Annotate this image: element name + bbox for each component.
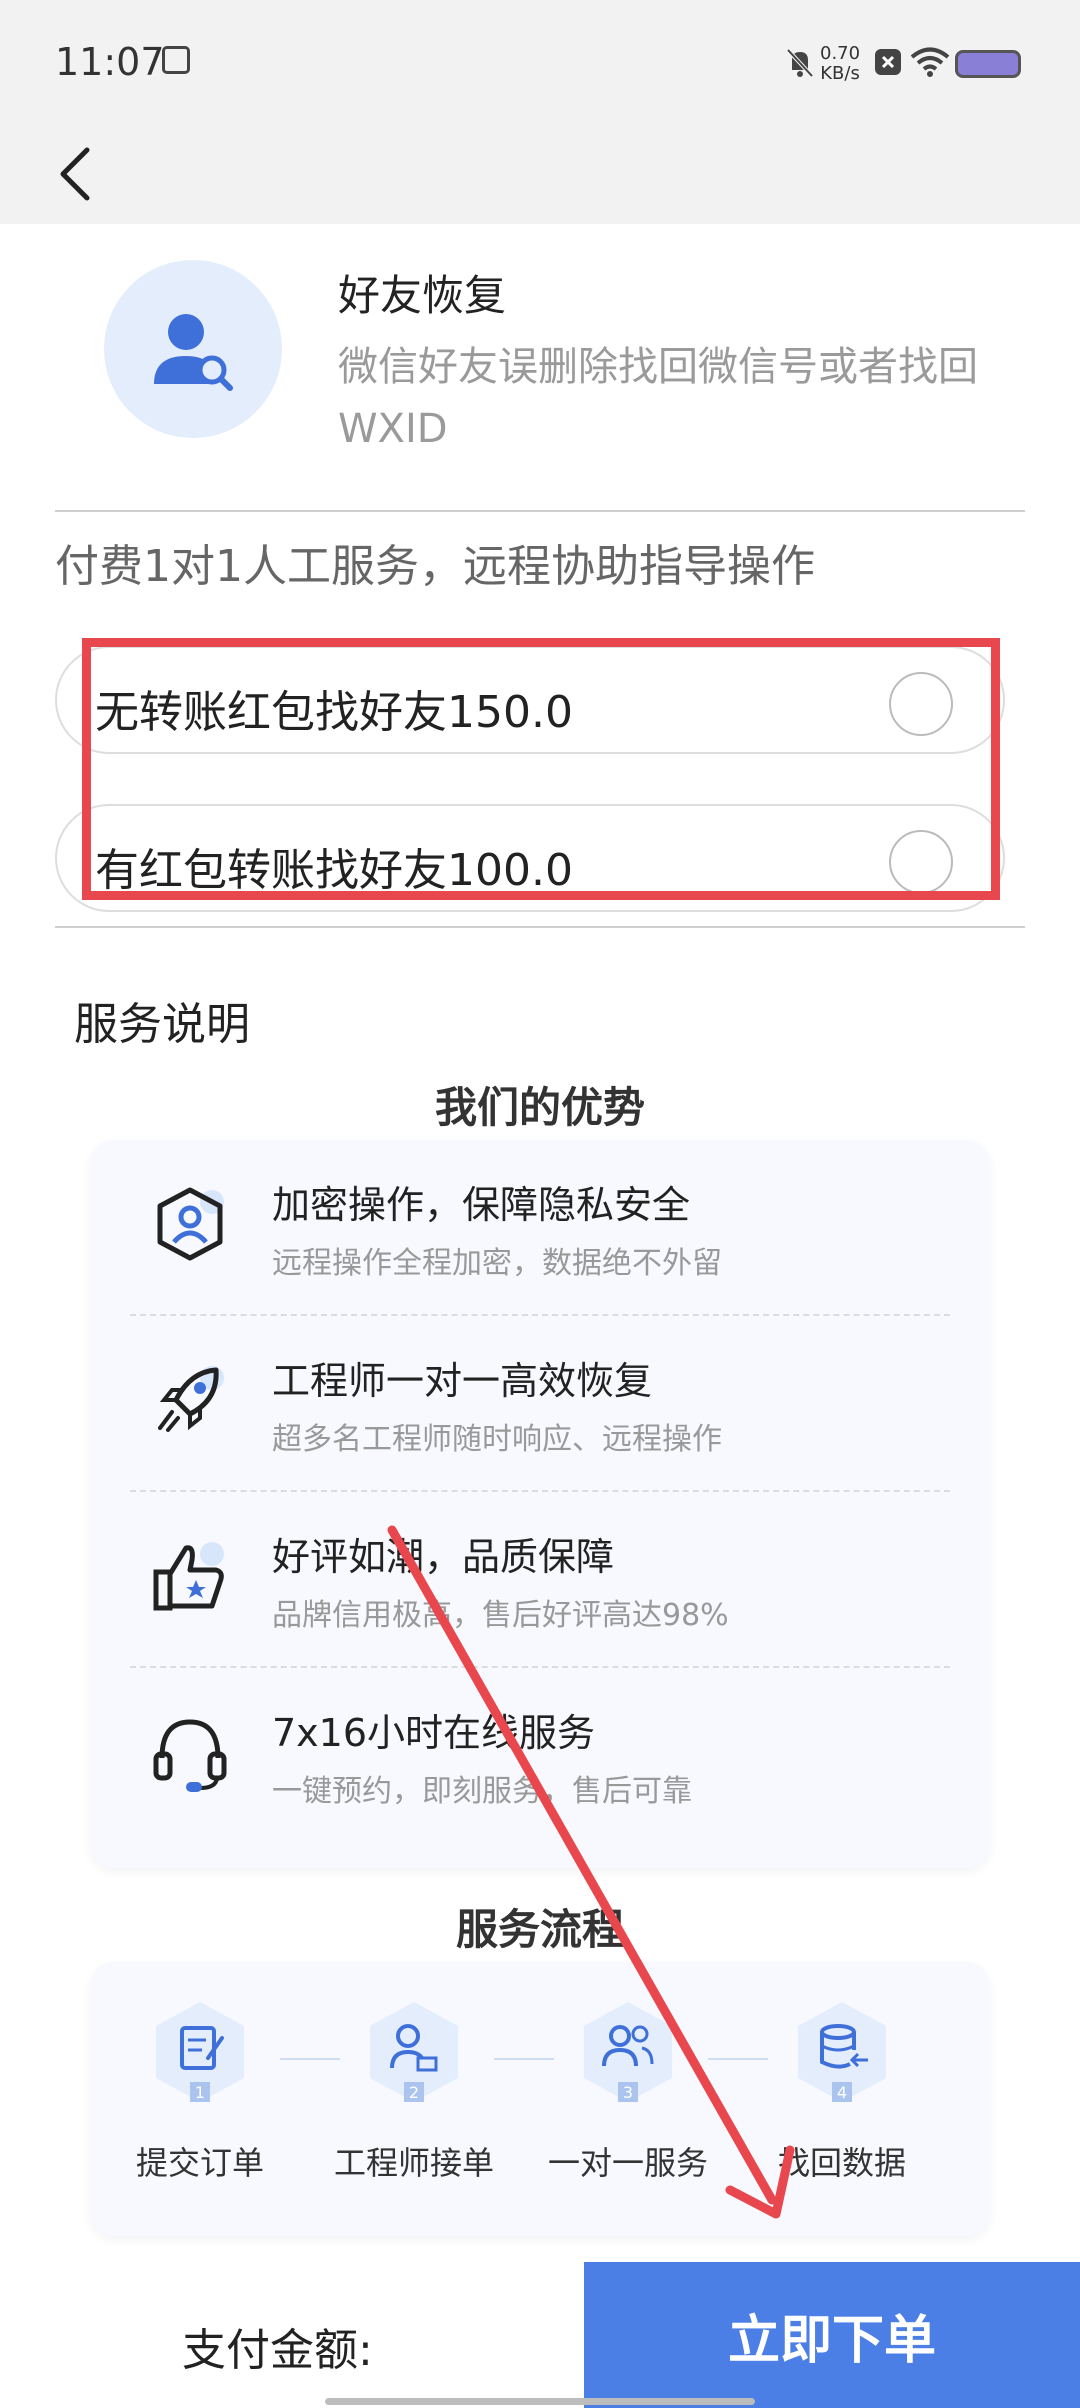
thumbs-up-icon xyxy=(153,1542,224,1611)
step-label: 一对一服务 xyxy=(548,2144,709,2182)
process-card: 1 提交订单 2 工程师接单 3 一对一服务 4 找回数据 xyxy=(90,1962,990,2236)
service-title: 好友恢复 xyxy=(338,271,507,320)
edit-document-icon: 1 xyxy=(150,1998,250,2108)
divider xyxy=(55,510,1025,512)
advantages-card: 加密操作，保障隐私安全 远程操作全程加密，数据绝不外留 工程师一对一高效恢复 超… xyxy=(90,1140,990,1868)
advantage-desc: 超多名工程师随时响应、远程操作 xyxy=(272,1422,722,1457)
advantage-desc: 远程操作全程加密，数据绝不外留 xyxy=(272,1246,722,1281)
process-step: 1 提交订单 xyxy=(120,1998,280,2184)
advantages-heading: 我们的优势 xyxy=(434,1083,645,1132)
chevron-left-icon xyxy=(60,147,90,201)
user-shield-icon xyxy=(157,1187,224,1261)
database-icon: 4 xyxy=(792,1998,892,2108)
step-label: 找回数据 xyxy=(777,2144,906,2182)
net-speed-value: 0.70 xyxy=(820,43,861,64)
divider xyxy=(55,926,1025,928)
back-button[interactable] xyxy=(40,136,110,212)
process-step: 2 工程师接单 xyxy=(334,1998,494,2184)
engineer-icon: 2 xyxy=(364,1998,464,2108)
user-search-icon xyxy=(154,314,233,391)
users-icon: 3 xyxy=(578,1998,678,2108)
net-speed: 0.70 KB/s xyxy=(820,44,860,84)
status-bar: 11:07 0.70 KB/s xyxy=(0,0,1080,124)
step-connector xyxy=(280,2058,340,2060)
advantage-title: 7x16小时在线服务 xyxy=(272,1711,596,1755)
status-time: 11:07 xyxy=(55,40,165,84)
advantage-item: 7x16小时在线服务 一键预约，即刻服务，售后可靠 xyxy=(110,1668,970,1844)
headset-icon xyxy=(153,1719,227,1792)
process-heading: 服务流程 xyxy=(455,1905,624,1954)
process-step: 4 找回数据 xyxy=(762,1998,922,2184)
advantage-desc: 品牌信用极高，售后好评高达98% xyxy=(272,1598,729,1633)
step-number: 1 xyxy=(195,2083,205,2102)
step-connector xyxy=(494,2058,554,2060)
service-description: 微信好友误删除找回微信号或者找回WXID xyxy=(338,344,978,452)
step-label: 提交订单 xyxy=(135,2144,264,2182)
net-speed-unit: KB/s xyxy=(820,63,860,84)
step-label: 工程师接单 xyxy=(334,2144,495,2182)
notification-icon xyxy=(162,46,190,74)
step-number: 4 xyxy=(837,2083,847,2102)
close-box-icon xyxy=(875,49,901,75)
advantage-item: 加密操作，保障隐私安全 远程操作全程加密，数据绝不外留 xyxy=(110,1140,970,1316)
advantage-item: 工程师一对一高效恢复 超多名工程师随时响应、远程操作 xyxy=(110,1316,970,1492)
advantage-desc: 一键预约，即刻服务，售后可靠 xyxy=(272,1774,692,1809)
nav-bar xyxy=(0,124,1080,224)
advantage-item: 好评如潮，品质保障 品牌信用极高，售后好评高达98% xyxy=(110,1492,970,1668)
process-step: 3 一对一服务 xyxy=(548,1998,708,2184)
battery-icon xyxy=(955,50,1021,78)
home-indicator[interactable] xyxy=(325,2398,755,2405)
service-description-label: 服务说明 xyxy=(74,999,250,1050)
pay-amount-label: 支付金额: xyxy=(182,2325,373,2376)
step-connector xyxy=(708,2058,768,2060)
step-number: 2 xyxy=(409,2083,419,2102)
wifi-icon xyxy=(910,47,950,77)
bottom-bar: 支付金额: 立即下单 xyxy=(0,2262,1080,2408)
place-order-button[interactable]: 立即下单 xyxy=(584,2262,1080,2408)
step-number: 3 xyxy=(623,2083,633,2102)
paid-service-note: 付费1对1人工服务，远程协助指导操作 xyxy=(55,541,815,592)
highlight-annotation-box xyxy=(82,638,1000,900)
mute-bell-icon xyxy=(786,48,814,78)
service-avatar xyxy=(104,260,282,438)
advantage-title: 好评如潮，品质保障 xyxy=(272,1535,615,1579)
advantage-title: 工程师一对一高效恢复 xyxy=(272,1359,653,1403)
rocket-icon xyxy=(158,1366,224,1432)
advantage-title: 加密操作，保障隐私安全 xyxy=(272,1183,691,1227)
